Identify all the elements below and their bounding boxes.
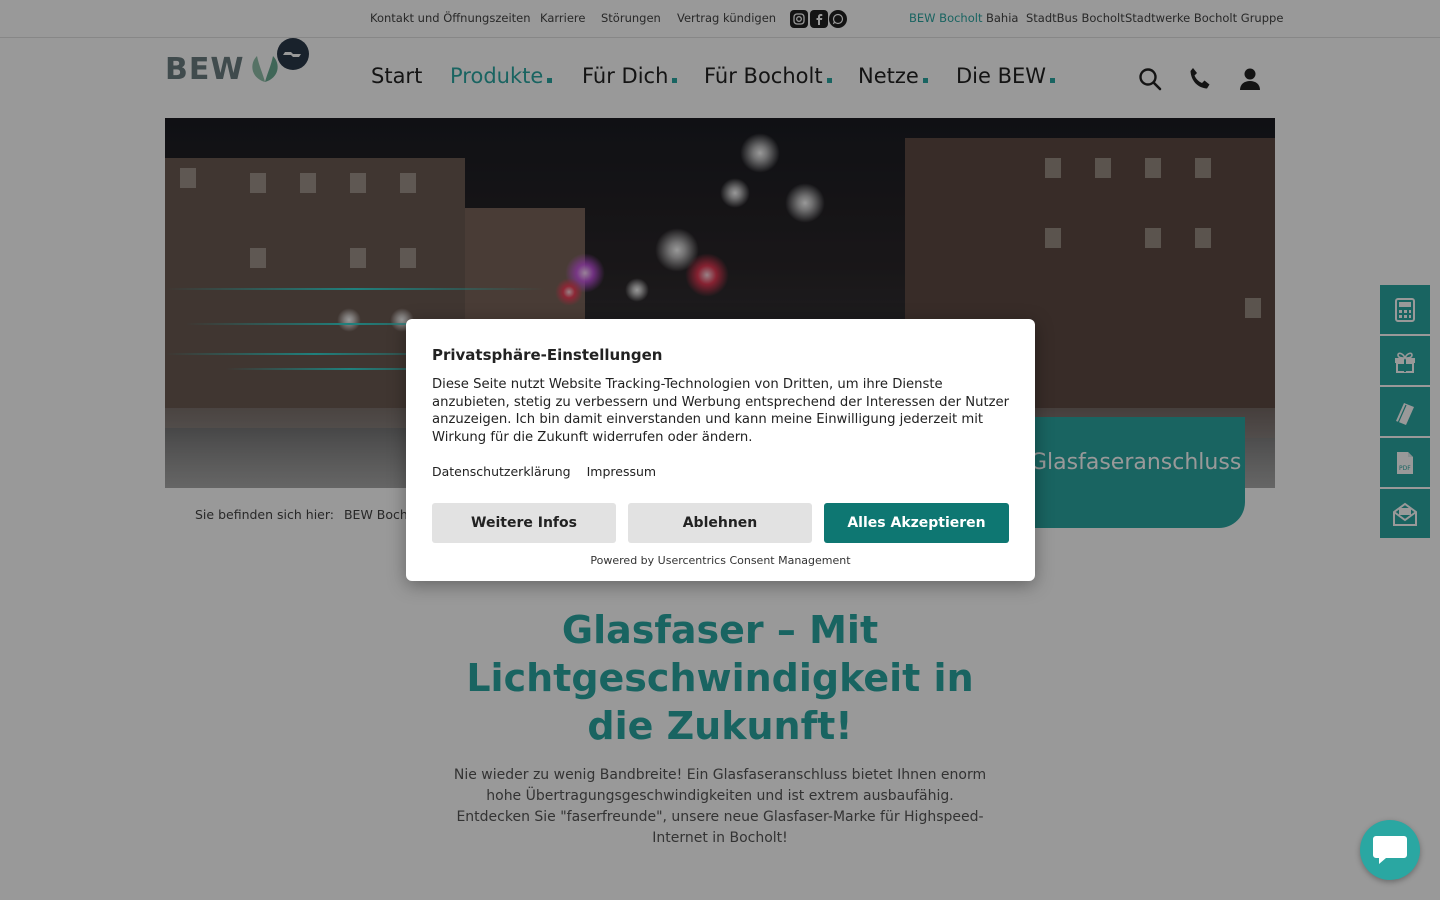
consent-links: Datenschutzerklärung Impressum [432, 464, 668, 479]
accept-all-button[interactable]: Alles Akzeptieren [824, 503, 1009, 543]
consent-dialog: Privatsphäre-Einstellungen Diese Seite n… [406, 319, 1035, 581]
chat-button[interactable] [1360, 820, 1420, 880]
consent-title: Privatsphäre-Einstellungen [432, 346, 663, 364]
privacy-policy-link[interactable]: Datenschutzerklärung [432, 464, 571, 479]
consent-text: Diese Seite nutzt Website Tracking-Techn… [432, 377, 1010, 445]
more-info-button[interactable]: Weitere Infos [432, 503, 616, 543]
chat-bubble-icon [1373, 836, 1407, 864]
powered-by-text: Powered by Usercentrics Consent Manageme… [590, 554, 851, 567]
imprint-link[interactable]: Impressum [587, 464, 656, 479]
deny-button[interactable]: Ablehnen [628, 503, 812, 543]
